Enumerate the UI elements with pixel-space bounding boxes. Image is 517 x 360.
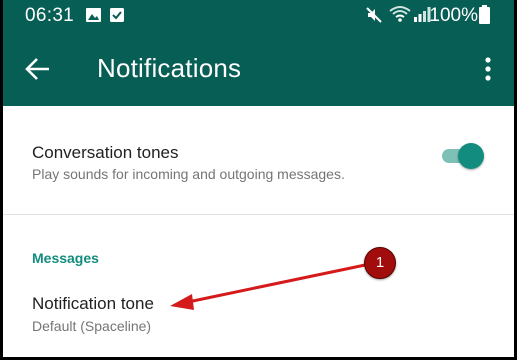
arrow-left-icon[interactable] <box>23 54 53 84</box>
mute-icon <box>366 7 382 23</box>
notification-tone-value: Default (Spaceline) <box>32 318 152 334</box>
image-icon <box>86 8 101 22</box>
battery-icon <box>479 5 490 24</box>
status-time: 06:31 <box>25 5 75 26</box>
page-title: Notifications <box>97 53 242 83</box>
conversation-tones-row[interactable]: Conversation tones Play sounds for incom… <box>3 106 514 214</box>
screen-frame: 06:31 100% Notifications Conversation to… <box>3 0 514 357</box>
conversation-tones-subtitle: Play sounds for incoming and outgoing me… <box>32 166 345 182</box>
battery-percent: 100% <box>429 5 478 26</box>
checkbox-icon <box>110 8 124 22</box>
notification-tone-title: Notification tone <box>32 294 154 313</box>
conversation-tones-title: Conversation tones <box>32 143 179 162</box>
notification-tone-row[interactable]: Notification tone Default (Spaceline) <box>3 278 514 357</box>
callout-badge: 1 <box>364 247 396 279</box>
divider <box>3 214 514 215</box>
conversation-tones-toggle[interactable] <box>442 141 484 169</box>
messages-section-header: Messages <box>32 250 99 266</box>
more-vert-icon[interactable] <box>476 54 500 84</box>
wifi-icon <box>389 6 411 22</box>
app-bar: Notifications <box>3 32 514 106</box>
signal-icon <box>414 7 431 22</box>
status-bar: 06:31 100% <box>3 0 514 32</box>
toggle-thumb <box>458 143 484 169</box>
